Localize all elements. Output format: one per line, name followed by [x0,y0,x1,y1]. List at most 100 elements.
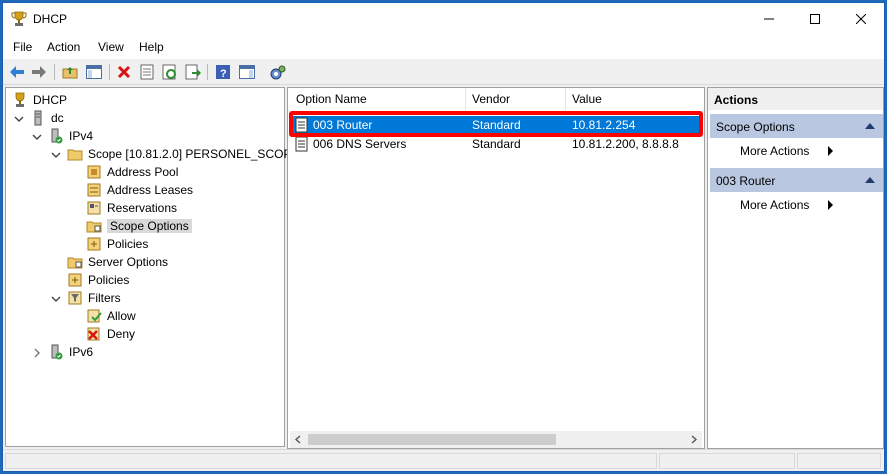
show-hide-action-pane-button[interactable] [238,63,256,81]
properties-button[interactable] [138,63,156,81]
menu-view[interactable]: View [98,40,124,54]
scroll-right-icon[interactable] [690,435,698,444]
collapse-up-icon[interactable] [865,177,875,183]
tree-item-address-pool[interactable]: Address Pool [86,163,178,181]
tree-label: Address Pool [107,165,179,179]
tree-item-address-leases[interactable]: Address Leases [86,181,193,199]
status-segment [659,453,795,469]
tree-label: Reservations [107,201,178,215]
export-list-button[interactable] [184,63,202,81]
actions-title: Actions [708,88,883,110]
tree-item-policies-scope[interactable]: Policies [86,235,148,253]
actions-pane: Actions Scope Options More Actions 003 R… [707,87,884,449]
window-title: DHCP [33,12,68,26]
more-actions-scope-options[interactable]: More Actions [740,144,834,158]
menu-help[interactable]: Help [139,40,164,54]
tree-item-deny[interactable]: Deny [86,325,135,343]
tree-label: Scope [10.81.2.0] PERSONEL_SCOPE [88,147,300,161]
up-folder-icon [62,67,78,79]
forward-button[interactable] [30,63,48,81]
more-actions-router[interactable]: More Actions [740,198,834,212]
tree-label: Server Options [88,255,169,269]
column-header-value[interactable]: Value [566,88,704,110]
tree-label: Filters [88,291,121,305]
scope-options-icon [86,221,102,233]
maximize-button[interactable] [792,3,838,35]
tree-label: Scope Options [107,219,192,233]
up-folder-button[interactable] [61,63,79,81]
delete-x-icon [117,65,131,79]
close-button[interactable] [838,3,884,35]
menu-action[interactable]: Action [47,40,80,54]
network-gear-icon [270,65,286,80]
back-button[interactable] [8,63,26,81]
chevron-down-icon[interactable] [51,150,61,160]
tree-item-scope[interactable]: Scope [10.81.2.0] PERSONEL_SCOPE [67,145,299,163]
tree-label: Policies [107,237,149,251]
option-name: 006 DNS Servers [313,137,407,151]
horizontal-scrollbar[interactable] [290,431,702,448]
tree-item-ipv6[interactable]: IPv6 [48,343,93,361]
refresh-icon [162,64,176,80]
show-hide-tree-button[interactable] [85,63,103,81]
address-pool-icon [87,165,101,179]
tree-label: IPv6 [69,345,94,359]
table-row[interactable]: 006 DNS Servers Standard 10.81.2.200, 8.… [290,135,700,153]
tree-label: Policies [88,273,130,287]
filters-icon [68,291,82,305]
status-bar [3,449,884,471]
menu-file[interactable]: File [13,40,32,54]
server-icon [34,110,42,126]
collapse-up-icon[interactable] [865,123,875,129]
action-group-router[interactable]: 003 Router [710,168,883,192]
export-list-icon [185,64,201,80]
tree-item-reservations[interactable]: Reservations [86,199,177,217]
scroll-thumb[interactable] [308,434,556,445]
title-bar: DHCP [3,3,884,35]
options-list: Option Name Vendor Value 003 Router Stan… [287,87,705,449]
address-leases-icon [87,183,101,197]
back-arrow-icon [10,66,24,78]
reservations-icon [87,201,101,215]
tree-item-dhcp[interactable]: DHCP [12,91,67,109]
status-segment [797,453,881,469]
chevron-right-icon[interactable] [32,348,42,358]
dhcp-tool-button[interactable] [269,63,287,81]
dhcp-trophy-icon [11,11,27,26]
action-group-scope-options[interactable]: Scope Options [710,114,883,138]
ipv4-icon [51,128,63,144]
tree-label: IPv4 [69,129,94,143]
action-group-label: Scope Options [716,120,795,134]
more-actions-label: More Actions [740,198,810,212]
minimize-button[interactable] [746,3,792,35]
status-segment [5,453,657,469]
refresh-button[interactable] [161,63,179,81]
console-tree-icon [86,65,102,79]
column-header-option-name[interactable]: Option Name [290,88,466,110]
server-options-icon [67,257,83,269]
delete-button[interactable] [115,63,133,81]
scroll-left-icon[interactable] [294,435,302,444]
chevron-down-icon[interactable] [14,114,24,124]
policies-icon [87,237,101,251]
tree-item-dc[interactable]: dc [30,109,64,127]
option-icon [295,136,308,152]
tree-item-scope-options[interactable]: Scope Options [86,217,192,235]
submenu-arrow-icon [828,146,834,156]
chevron-down-icon[interactable] [32,132,42,142]
help-button[interactable]: ? [214,63,232,81]
tree-item-ipv4[interactable]: IPv4 [48,127,93,145]
menu-bar: File Action View Help [3,35,884,59]
tree-label: DHCP [33,93,68,107]
tree-item-server-options[interactable]: Server Options [67,253,168,271]
column-header-vendor[interactable]: Vendor [466,88,566,110]
close-icon [856,14,866,24]
folder-icon [67,149,83,161]
chevron-down-icon[interactable] [51,294,61,304]
tree-item-policies-server[interactable]: Policies [67,271,129,289]
tree-label: Deny [107,327,136,341]
tree-item-allow[interactable]: Allow [86,307,136,325]
more-actions-label: More Actions [740,144,810,158]
highlight-annotation [289,111,703,137]
tree-item-filters[interactable]: Filters [67,289,121,307]
